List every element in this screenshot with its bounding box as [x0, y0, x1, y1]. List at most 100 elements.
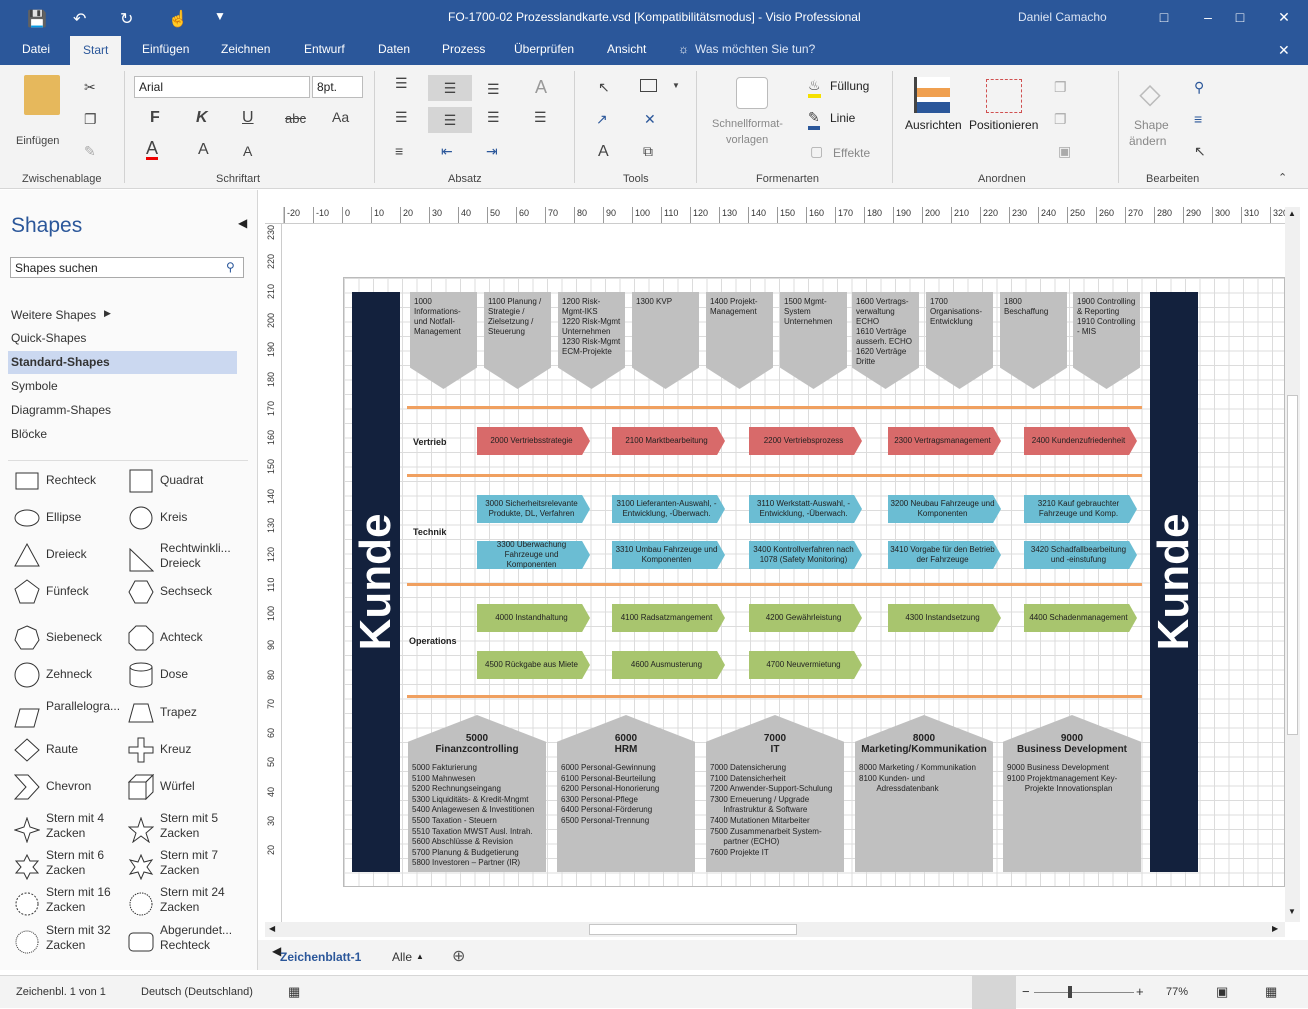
position-icon[interactable]: [986, 79, 1022, 113]
effects-icon[interactable]: ▢: [810, 143, 823, 160]
operations-process-arrow[interactable]: 4500 Rückgabe aus Miete: [477, 651, 590, 679]
quick-styles-label-2[interactable]: vorlagen: [726, 134, 768, 146]
support-process-block[interactable]: 9000 Business Development 9000 Business De…: [1003, 715, 1141, 872]
tab-entwurf[interactable]: Entwurf: [304, 42, 345, 56]
tab-daten[interactable]: Daten: [378, 42, 410, 56]
operations-process-arrow[interactable]: 4600 Ausmusterung: [612, 651, 725, 679]
operations-process-arrow[interactable]: 4400 Schadenmanagement: [1024, 604, 1137, 632]
collapse-pane-icon[interactable]: ◀: [238, 216, 247, 230]
all-sheets-dropdown-icon[interactable]: ▲: [416, 952, 424, 961]
operations-process-arrow[interactable]: 4700 Neuvermietung: [749, 651, 862, 679]
tell-me-search[interactable]: Was möchten Sie tun?: [695, 42, 815, 56]
minimize-icon[interactable]: –: [1196, 6, 1220, 28]
macro-icon[interactable]: ▦: [288, 984, 300, 1000]
undo-icon[interactable]: ↶: [73, 9, 86, 29]
maximize-icon[interactable]: □: [1228, 6, 1252, 28]
stencil-nav-item[interactable]: Symbole: [11, 379, 58, 393]
management-process-chevron[interactable]: 1900 Controlling & Reporting 1910 Contro…: [1073, 292, 1140, 389]
presentation-mode-icon[interactable]: [972, 976, 1016, 1009]
align-bottom-icon[interactable]: ☰: [487, 81, 500, 98]
divider-line[interactable]: [407, 474, 1142, 477]
stencil-nav-item[interactable]: Quick-Shapes: [11, 331, 86, 345]
font-size-combo[interactable]: 8pt.: [312, 76, 363, 98]
copy-icon[interactable]: ❐: [84, 111, 97, 128]
bullets-icon[interactable]: ≡: [395, 143, 403, 159]
cut-icon[interactable]: ✂: [84, 79, 96, 96]
bring-front-icon[interactable]: ❐: [1054, 79, 1067, 96]
italic-button[interactable]: K: [196, 109, 208, 127]
stencil-nav-item[interactable]: Blöcke: [11, 427, 47, 441]
tool-dropdown-icon[interactable]: ▼: [672, 81, 680, 90]
divider-line[interactable]: [407, 583, 1142, 586]
align-left-icon[interactable]: ☰: [395, 109, 408, 126]
customize-quick-access-icon[interactable]: ▼: [214, 9, 226, 23]
operations-process-arrow[interactable]: 4200 Gewährleistung: [749, 604, 862, 632]
align-middle-icon[interactable]: ☰: [428, 75, 472, 101]
management-process-chevron[interactable]: 1700 Organisations-Entwicklung: [926, 292, 993, 389]
shape-item-trap[interactable]: Trapez: [128, 702, 238, 734]
text-tool-icon[interactable]: A: [598, 143, 609, 161]
zoom-in-icon[interactable]: +: [1136, 984, 1144, 999]
management-process-chevron[interactable]: 1100 Planung / Strategie / Zielsetzung /…: [484, 292, 551, 389]
shape-item-star4[interactable]: Stern mit 4 Zacken: [14, 811, 124, 846]
shape-item-ellipse[interactable]: Ellipse: [14, 507, 124, 539]
connection-point-icon[interactable]: ✕: [644, 111, 656, 128]
all-sheets-button[interactable]: Alle: [392, 950, 412, 964]
shape-item-circle[interactable]: Kreis: [128, 506, 238, 539]
shapes-search-input[interactable]: Shapes suchen: [10, 257, 244, 278]
scroll-down-icon[interactable]: ▼: [1288, 907, 1296, 916]
shape-item-star16[interactable]: Stern mit 16 Zacken: [14, 885, 124, 920]
fit-page-icon[interactable]: ▣: [1216, 984, 1228, 1000]
horizontal-scrollbar[interactable]: ◀ ▶: [265, 922, 1285, 937]
touch-mode-icon[interactable]: ☝: [168, 9, 188, 29]
shape-item-cube[interactable]: Würfel: [128, 774, 238, 808]
page-number[interactable]: Zeichenbl. 1 von 1: [16, 986, 106, 998]
close-document-icon[interactable]: ✕: [1278, 42, 1290, 59]
support-process-block[interactable]: 6000 HRM 6000 Personal-Gewinnung 6100 Perso…: [557, 715, 695, 872]
shape-item-diamond[interactable]: Raute: [14, 738, 124, 771]
technik-process-arrow[interactable]: 3210 Kauf gebrauchter Fahrzeuge und Komp…: [1024, 495, 1137, 523]
group-icon[interactable]: ▣: [1058, 143, 1071, 160]
justify-icon[interactable]: ☰: [534, 109, 547, 126]
support-process-block[interactable]: 8000 Marketing/Kommunikation 8000 Marketin…: [855, 715, 993, 872]
support-process-block[interactable]: 5000 Finanzcontrolling 5000 Fakturierung 51…: [408, 715, 546, 872]
horizontal-scroll-thumb[interactable]: [589, 924, 797, 935]
tab-einfuegen[interactable]: Einfügen: [142, 42, 189, 56]
shape-item-square[interactable]: Quadrat: [128, 469, 238, 502]
shrink-font-button[interactable]: A: [243, 143, 252, 159]
vertical-scrollbar[interactable]: ▲ ▼: [1285, 207, 1300, 922]
kunde-bar-left[interactable]: Kunde: [351, 292, 400, 872]
shape-item-decagon[interactable]: Zehneck: [14, 662, 124, 696]
send-back-icon[interactable]: ❐: [1054, 111, 1067, 128]
close-window-icon[interactable]: ✕: [1272, 6, 1296, 28]
management-process-chevron[interactable]: 1000 Informations- und Notfall-Managemen…: [410, 292, 477, 389]
tab-sheet-1[interactable]: Zeichenblatt-1: [280, 950, 361, 964]
tab-ueberpruefen[interactable]: Überprüfen: [514, 42, 574, 56]
divider-line[interactable]: [407, 406, 1142, 409]
text-block-icon[interactable]: ⧉: [643, 143, 653, 160]
find-icon[interactable]: ⚲: [1194, 79, 1204, 96]
shape-item-star5[interactable]: Stern mit 5 Zacken: [128, 811, 238, 846]
align-top-icon[interactable]: ☰: [395, 75, 408, 92]
align-shapes-icon[interactable]: [914, 77, 950, 113]
change-shape-icon[interactable]: ◇: [1132, 77, 1168, 113]
text-direction-icon[interactable]: A: [535, 77, 547, 98]
tab-zeichnen[interactable]: Zeichnen: [221, 42, 270, 56]
zoom-level[interactable]: 77%: [1166, 986, 1188, 998]
connector-tool-icon[interactable]: ↗: [596, 111, 608, 128]
shape-item-star6[interactable]: Stern mit 6 Zacken: [14, 848, 124, 883]
shape-item-can[interactable]: Dose: [128, 662, 238, 696]
tab-datei[interactable]: Datei: [22, 42, 50, 56]
font-name-combo[interactable]: Arial: [134, 76, 310, 98]
technik-process-arrow[interactable]: 3410 Vorgabe für den Betrieb der Fahrzeu…: [888, 541, 1001, 569]
zoom-slider-thumb[interactable]: [1068, 986, 1072, 998]
align-right-icon[interactable]: ☰: [487, 109, 500, 126]
technik-process-arrow[interactable]: 3100 Lieferanten-Auswahl, -Entwicklung, …: [612, 495, 725, 523]
format-painter-icon[interactable]: ✎: [84, 143, 96, 160]
increase-indent-icon[interactable]: ⇥: [486, 143, 498, 160]
select-icon[interactable]: ↖: [1194, 143, 1206, 160]
switch-windows-icon[interactable]: ▦: [1265, 984, 1277, 1000]
shape-item-triangle[interactable]: Dreieck: [14, 542, 124, 576]
shape-item-star7[interactable]: Stern mit 7 Zacken: [128, 848, 238, 883]
shape-item-octagon[interactable]: Achteck: [128, 625, 238, 659]
